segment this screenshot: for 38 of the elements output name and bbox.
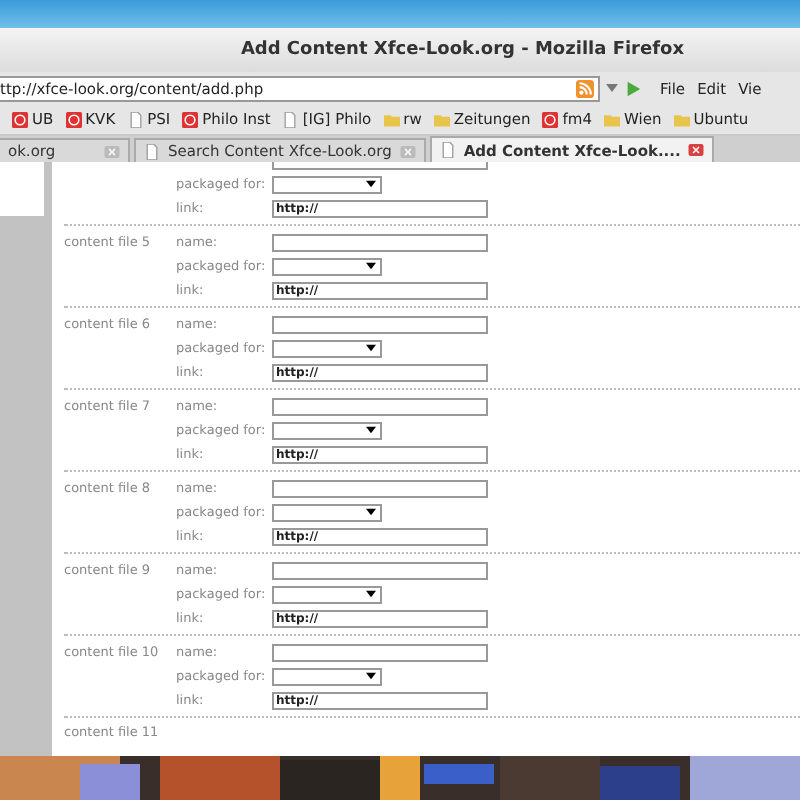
site-icon (542, 111, 559, 127)
packaged-for-dropdown[interactable] (272, 667, 382, 685)
page-icon (439, 142, 456, 158)
dropdown-icon (366, 508, 376, 516)
dropdown-icon (366, 180, 376, 188)
dropdown-icon (366, 344, 376, 352)
packaged-for-dropdown[interactable] (272, 339, 382, 357)
packaged-for-dropdown[interactable] (272, 421, 382, 439)
name-field[interactable] (272, 315, 488, 333)
close-icon[interactable] (688, 144, 705, 156)
packaged-for-dropdown[interactable] (272, 585, 382, 603)
close-icon[interactable] (399, 145, 416, 157)
name-field[interactable] (272, 233, 488, 251)
go-icon[interactable] (624, 79, 642, 97)
packaged-for-dropdown[interactable] (272, 175, 382, 193)
name-field[interactable] (272, 479, 488, 497)
close-icon[interactable] (104, 145, 120, 157)
name-field[interactable] (272, 397, 488, 415)
folder-icon (604, 111, 620, 127)
packaged-for-dropdown[interactable] (272, 257, 382, 275)
dropdown-icon (366, 672, 376, 680)
dropdown-icon (366, 262, 376, 270)
folder-icon (433, 111, 450, 127)
name-field[interactable] (272, 643, 488, 661)
folder-icon (383, 111, 400, 127)
site-icon (65, 111, 82, 127)
page-icon (282, 111, 299, 127)
name-field[interactable] (272, 561, 488, 579)
sidebar-panel (0, 162, 44, 216)
dropdown-icon (366, 590, 376, 598)
packaged-for-dropdown[interactable] (272, 503, 382, 521)
folder-icon (673, 111, 690, 127)
window-title: Add Content Xfce-Look.org - Mozilla Firefox (240, 40, 684, 60)
site-icon (182, 111, 199, 127)
dropdown-icon (366, 426, 376, 434)
feed-icon[interactable] (576, 79, 594, 97)
site-icon (12, 111, 28, 127)
dropdown-icon[interactable] (606, 84, 618, 92)
